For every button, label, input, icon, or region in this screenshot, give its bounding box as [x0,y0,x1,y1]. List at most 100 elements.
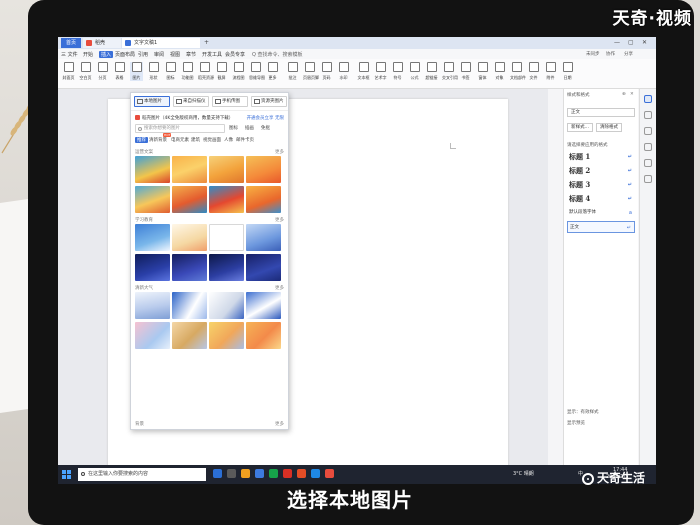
ribbon-flowchart[interactable]: 流程图 [232,62,245,81]
ribbon-date[interactable]: 日期 [561,62,574,81]
vip-link[interactable]: 开通会员立享 无限 [247,115,284,121]
menu-insert[interactable]: 插入 [99,51,114,58]
ribbon-doc-part[interactable]: 文档部件 [510,62,526,81]
ribbon-hyperlink[interactable]: 超链接 [425,62,438,81]
style-heading-2[interactable]: 标题 2 ↵ [567,165,635,177]
template-thumbnail[interactable] [246,186,281,213]
task-view-icon[interactable] [213,469,222,478]
category-mail-card[interactable]: 邮件卡页 [236,137,254,143]
menu-reference[interactable]: 引用 [138,51,148,58]
property-tool-icon[interactable] [644,143,652,151]
app-icon[interactable] [311,469,320,478]
ribbon-blank-page[interactable]: 空白页 [79,62,92,81]
ribbon-function-chart[interactable]: 功能图 [181,62,194,81]
widgets-icon[interactable] [227,469,236,478]
panel-pin-icon[interactable]: ⊕ [622,92,626,97]
template-thumbnail[interactable] [209,292,244,319]
taskbar-search-input[interactable]: 在这里输入你要搜索的内容 [78,468,206,481]
style-tool-icon[interactable] [644,95,652,103]
template-thumbnail[interactable] [135,186,170,213]
ribbon-more[interactable]: 更多 [266,62,279,81]
menu-start[interactable]: 开始 [83,51,93,58]
ribbon-formula[interactable]: 公式 [408,62,421,81]
style-body[interactable]: 正文 ↵ [567,221,635,233]
collab-button[interactable]: 协作 [606,51,615,57]
minimize-icon[interactable]: — [614,37,620,49]
template-thumbnail[interactable] [135,322,170,349]
ribbon-bookmark[interactable]: 书签 [459,62,472,81]
template-thumbnail[interactable] [172,254,207,281]
ribbon-page-number[interactable]: 页码 [320,62,333,81]
section-more-link[interactable]: 更多 [275,217,284,223]
resource-folder-button[interactable]: 资源夹图片 [251,96,287,107]
ribbon-comment[interactable]: 批注 [286,62,299,81]
template-thumbnail[interactable] [246,254,281,281]
ribbon-cover[interactable]: 封面页 [62,62,75,81]
style-heading-4[interactable]: 标题 4 ↵ [567,193,635,205]
template-thumbnail[interactable] [209,156,244,183]
ribbon-attachment[interactable]: 附件 [544,62,557,81]
category-fresh-bg[interactable]: 清新背景 [149,137,167,143]
template-thumbnail[interactable] [172,322,207,349]
share-button[interactable]: 分享 [624,51,633,57]
template-thumbnail[interactable] [209,254,244,281]
current-style-select[interactable]: 正文 [567,108,635,117]
category-recommend[interactable]: 推荐 [135,137,148,143]
filter-illustration[interactable]: 插画 [245,124,254,133]
menu-member[interactable]: 会员专享 [225,51,245,58]
panel-footer-more[interactable]: 更多 [275,421,284,427]
wps-icon[interactable] [283,469,292,478]
ribbon-wordart[interactable]: 艺术字 [374,62,387,81]
local-picture-button[interactable]: 本地图片 [134,96,170,107]
template-thumbnail[interactable] [172,156,207,183]
shape-tool-icon[interactable] [644,127,652,135]
ribbon-symbol[interactable]: 符号 [391,62,404,81]
menu-page-layout[interactable]: 页面布局 [115,51,135,58]
ribbon-page-break[interactable]: 分页 [96,62,109,81]
filter-icons[interactable]: 图标 [229,124,238,133]
style-heading-3[interactable]: 标题 3 ↵ [567,179,635,191]
show-preview-checkbox[interactable]: 显示预览 [567,420,585,426]
template-thumbnail[interactable] [135,292,170,319]
ribbon-watermark[interactable]: 水印 [337,62,350,81]
template-thumbnail[interactable] [209,186,244,213]
template-thumbnail[interactable] [209,224,244,251]
select-tool-icon[interactable] [644,111,652,119]
template-thumbnail[interactable] [135,224,170,251]
panel-close-icon[interactable]: ✕ [630,92,634,97]
show-filter-label[interactable]: 显示：有效样式 [567,409,599,415]
template-thumbnail[interactable] [209,322,244,349]
category-ecommerce[interactable]: 电商元素 [171,137,189,143]
tab-document[interactable]: 文字文稿1 [122,38,200,48]
wechat-icon[interactable] [269,469,278,478]
ribbon-shape[interactable]: 形状 [147,62,160,81]
tab-home[interactable]: 首页 [61,38,81,48]
template-thumbnail[interactable] [246,156,281,183]
share-tool-icon[interactable] [644,175,652,183]
ribbon-screenshot[interactable]: 截屏 [215,62,228,81]
category-building[interactable]: 建筑 [191,137,200,143]
ribbon-picture[interactable]: 图片 [130,62,143,81]
close-icon[interactable]: ✕ [642,37,647,49]
filter-cutout[interactable]: 免抠 [261,124,270,133]
category-visual[interactable]: 视觉画面 [203,137,221,143]
ribbon-file[interactable]: 文件 [527,62,540,81]
ribbon-form[interactable]: 窗体 [476,62,489,81]
style-heading-1[interactable]: 标题 1 ↵ [567,151,635,163]
template-thumbnail[interactable] [246,292,281,319]
style-default-font[interactable]: 默认段落字体 a [567,207,635,219]
template-thumbnail[interactable] [135,254,170,281]
maximize-icon[interactable]: ▢ [628,37,634,49]
picture-search-input[interactable]: 搜索你想要的图片 [135,124,225,133]
browser-icon[interactable] [297,469,306,478]
menu-view[interactable]: 视图 [170,51,180,58]
ribbon-table[interactable]: 表格 [113,62,126,81]
new-style-button[interactable]: 新样式... [567,123,593,132]
section-more-link[interactable]: 更多 [275,285,284,291]
template-thumbnail[interactable] [172,186,207,213]
windows-start-icon[interactable] [62,470,71,479]
template-thumbnail[interactable] [246,224,281,251]
ribbon-cross-ref[interactable]: 交叉引用 [442,62,458,81]
clear-format-button[interactable]: 清除格式 [596,123,622,132]
file-explorer-icon[interactable] [241,469,250,478]
